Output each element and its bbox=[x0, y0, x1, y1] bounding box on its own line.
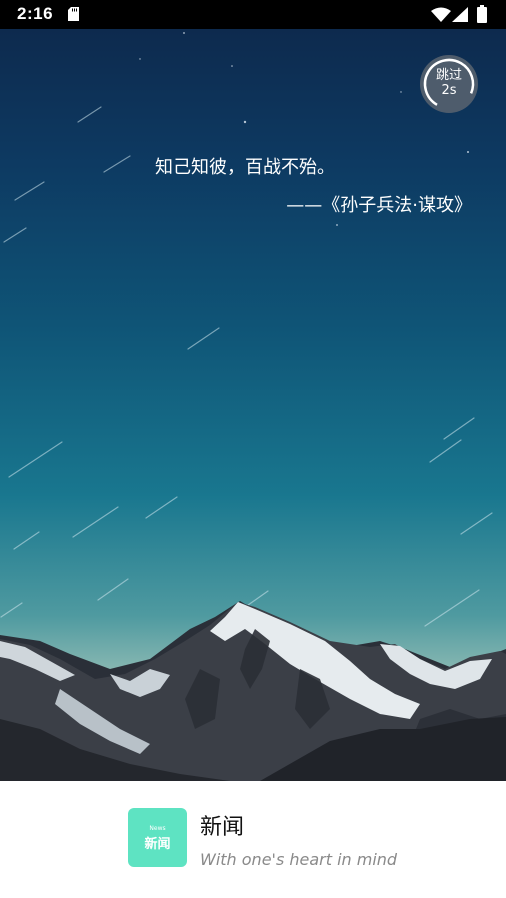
logo-text: 新闻 bbox=[144, 837, 171, 852]
footer-branding bbox=[0, 781, 506, 898]
cell-signal-icon bbox=[452, 7, 468, 22]
battery-icon bbox=[477, 5, 487, 23]
sd-card-icon bbox=[68, 7, 79, 21]
skip-button[interactable]: 跳过 2s bbox=[420, 55, 478, 113]
app-tagline: With one's heart in mind bbox=[200, 850, 398, 869]
quote-text: 知己知彼，百战不殆。 bbox=[155, 157, 335, 178]
status-bar: 2:16 bbox=[0, 0, 506, 29]
wifi-icon bbox=[431, 7, 451, 22]
app-name: 新闻 bbox=[200, 815, 245, 840]
app-logo: News 新闻 bbox=[128, 808, 187, 867]
skip-label: 跳过 bbox=[435, 68, 462, 83]
logo-small-text: News bbox=[149, 825, 166, 832]
mountain-starry-sky-image bbox=[0, 32, 506, 781]
status-time: 2:16 bbox=[17, 4, 54, 23]
quote-source: ——《孙子兵法·谋攻》 bbox=[286, 195, 472, 216]
splash-background: 跳过 2s 知己知彼，百战不殆。 ——《孙子兵法·谋攻》 bbox=[0, 29, 506, 781]
skip-countdown: 2s bbox=[441, 83, 457, 98]
splash-screen: 2:16 跳过 2s 知己知彼，百战不殆。 ——《孙子兵法·谋攻》 News 新… bbox=[0, 0, 506, 898]
